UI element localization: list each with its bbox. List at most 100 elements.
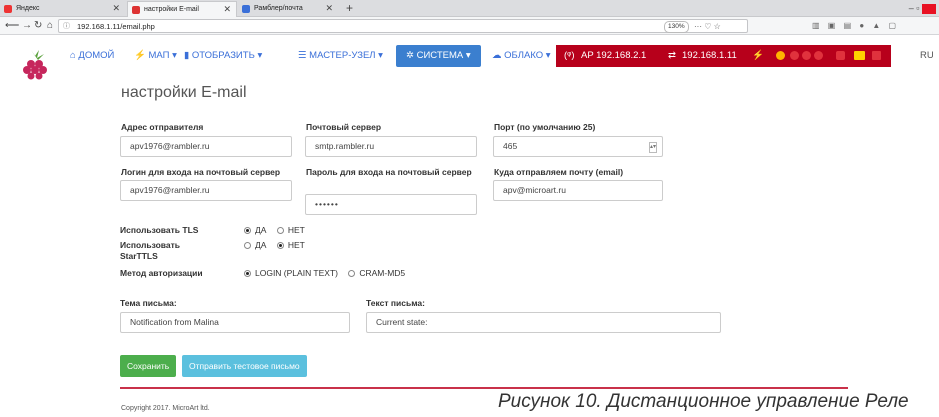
port-label: Порт (по умолчанию 25) (494, 122, 596, 132)
bar-chart-icon: ▮ (184, 50, 192, 61)
tab-label: настройки E-mail (144, 6, 199, 13)
zoom-level[interactable]: 130% (664, 21, 689, 33)
port-input[interactable]: 465 ▴▾ (493, 136, 663, 157)
body-input[interactable]: Current state: (366, 312, 721, 333)
address-bar[interactable]: ⓘ 192.168.1.11/email.php 130% ··· ♡ ☆ (58, 19, 748, 33)
cloud-icon: ☁ (492, 50, 505, 61)
password-input[interactable]: •••••• (305, 194, 477, 215)
login-input[interactable]: apv1976@rambler.ru (120, 180, 292, 201)
yandex-icon (4, 5, 12, 13)
sender-input[interactable]: apv1976@rambler.ru (120, 136, 292, 157)
close-icon[interactable]: ✕ (325, 1, 333, 16)
send-test-email-button[interactable]: Отправить тестовое письмо (182, 355, 307, 377)
login-label: Логин для входа на почтовый сервер (121, 167, 281, 177)
bolt-icon: ⚡ (752, 50, 764, 61)
nav-map-label: МАП ▾ (148, 50, 177, 61)
auth-radio-group: LOGIN (PLAIN TEXT) CRAM-MD5 (244, 268, 405, 279)
subject-label: Тема письма: (120, 298, 177, 308)
back-icon[interactable]: ⟵ (5, 17, 19, 35)
mail-icon (242, 5, 250, 13)
nav-cloud[interactable]: ☁ ОБЛАКО ▾ (492, 45, 551, 67)
auth-login-radio[interactable]: LOGIN (PLAIN TEXT) (244, 268, 338, 278)
relay-icon (872, 51, 881, 60)
browser-toolbar: ⟵ → ↻ ⌂ ⓘ 192.168.1.11/email.php 130% ··… (0, 17, 939, 35)
recipient-label: Куда отправляем почту (email) (494, 167, 624, 177)
figure-caption: Рисунок 10. Дистанционное управление Рел… (498, 391, 909, 412)
server-input[interactable]: smtp.rambler.ru (305, 136, 477, 157)
radio-label: НЕТ (287, 225, 305, 235)
radio-icon (276, 242, 284, 249)
starttls-no-radio[interactable]: НЕТ (276, 240, 305, 250)
tls-label: Использовать TLS (120, 225, 199, 235)
close-icon[interactable]: ✕ (223, 2, 231, 17)
nav-master-label: МАСТЕР-УЗЕЛ ▾ (309, 50, 383, 61)
tab-rambler[interactable]: Рамблер/почта ✕ (238, 1, 338, 17)
tab-label: Рамблер/почта (254, 5, 303, 12)
sender-label: Адрес отправителя (121, 122, 204, 132)
body-label: Текст письма: (366, 298, 425, 308)
radio-icon (348, 270, 356, 277)
nav-system[interactable]: ✲ СИСТЕМА ▾ (396, 45, 481, 67)
auth-cram-radio[interactable]: CRAM-MD5 (348, 268, 405, 278)
status-dot-icon (790, 51, 799, 60)
nav-map[interactable]: ⚡ МАП ▾ (134, 45, 177, 67)
starttls-label: Использовать StarTTLS (120, 240, 181, 261)
bolt-icon: ⚡ (134, 50, 149, 61)
home-icon[interactable]: ⌂ (47, 17, 53, 35)
forward-icon[interactable]: → (22, 17, 32, 35)
radio-label: CRAM-MD5 (359, 268, 406, 278)
port-value: 465 (503, 141, 518, 151)
radio-icon (244, 242, 251, 249)
status-dot-icon (814, 51, 823, 60)
password-label: Пароль для входа на почтовый сервер (306, 167, 472, 177)
tab-label: Яндекс (16, 5, 40, 12)
sun-icon (776, 51, 785, 60)
nav-display[interactable]: ▮ ОТОБРАЗИТЬ ▾ (184, 45, 262, 67)
battery-icon (854, 51, 865, 60)
toolbar-extension-icons[interactable]: ▥ ▣ ▤ ● ▲ ▢ (812, 17, 899, 35)
list-icon: ☰ (298, 50, 310, 61)
language-selector[interactable]: RU (920, 45, 934, 67)
minimize-icon[interactable]: – (909, 3, 914, 13)
tab-yandex[interactable]: Яндекс ✕ (0, 1, 125, 17)
subject-input[interactable]: Notification from Malina (120, 312, 350, 333)
app-navbar: ⌂ ДОМОЙ ⚡ МАП ▾ ▮ ОТОБРАЗИТЬ ▾ ☰ МАСТЕР-… (0, 36, 939, 80)
raspberry-icon (132, 6, 140, 14)
save-button[interactable]: Сохранить (120, 355, 177, 377)
car-icon (836, 51, 845, 60)
status-dot-icon (802, 51, 811, 60)
copyright-text: Copyright 2017. MicroArt ltd. (121, 405, 210, 412)
tls-no-radio[interactable]: НЕТ (276, 225, 305, 235)
wifi-icon: (ᵠ) (564, 50, 575, 61)
browser-tab-bar: Яндекс ✕ настройки E-mail ✕ Рамблер/почт… (0, 0, 939, 17)
close-icon[interactable]: ✕ (112, 1, 120, 16)
radio-icon (276, 227, 284, 234)
auth-label: Метод авторизации (120, 268, 203, 278)
nav-master-node[interactable]: ☰ МАСТЕР-УЗЕЛ ▾ (298, 45, 383, 67)
window-close-button[interactable] (922, 3, 936, 14)
nav-home[interactable]: ⌂ ДОМОЙ (70, 45, 114, 67)
page-actions[interactable]: ··· ♡ ☆ (694, 20, 721, 33)
tls-yes-radio[interactable]: ДА (244, 225, 266, 235)
ap-address: AP 192.168.2.1 (581, 50, 647, 61)
footer-divider (120, 387, 848, 389)
status-bar: (ᵠ) AP 192.168.2.1 ⇄ 192.168.1.11 ⚡ (556, 45, 891, 67)
link-icon: ⇄ (668, 50, 676, 61)
url-text: 192.168.1.11/email.php (77, 22, 155, 31)
new-tab-button[interactable]: + (346, 0, 353, 16)
page-title: настройки E-mail (121, 84, 247, 101)
ip-address: 192.168.1.11 (682, 50, 737, 61)
info-icon[interactable]: ⓘ (63, 20, 70, 33)
tab-email-settings[interactable]: настройки E-mail ✕ (127, 1, 237, 17)
tls-radio-group: ДА НЕТ (244, 225, 305, 236)
raspberry-logo (23, 50, 47, 80)
restore-icon[interactable]: ▫ (916, 3, 919, 13)
nav-display-label: ОТОБРАЗИТЬ ▾ (191, 50, 263, 61)
nav-home-label: ДОМОЙ (78, 50, 115, 61)
gear-icon: ✲ (406, 50, 417, 61)
starttls-yes-radio[interactable]: ДА (244, 240, 266, 250)
server-label: Почтовый сервер (306, 122, 382, 132)
stepper-icon[interactable]: ▴▾ (649, 142, 657, 153)
reload-icon[interactable]: ↻ (34, 17, 42, 35)
recipient-input[interactable]: apv@microart.ru (493, 180, 663, 201)
